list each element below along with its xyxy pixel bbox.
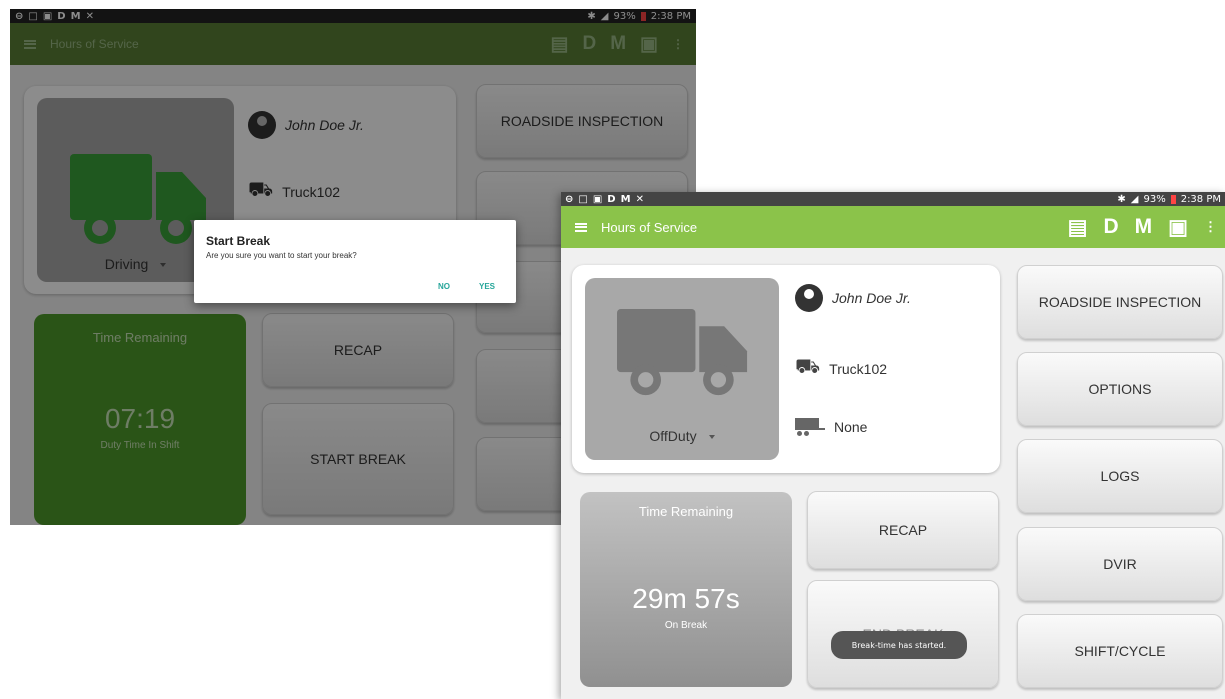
duty-status-tile[interactable]: OffDuty [585,278,779,460]
account-icon [795,284,823,312]
battery-icon [1170,194,1176,204]
chevron-down-icon [708,435,715,440]
driver-name: John Doe Jr. [832,290,911,306]
front-screen: ⊖ □ ▣ D M ✕ ✱ ◢ 93% 2:38 PM Hours of Ser… [561,192,1225,699]
status-bar: ⊖ □ ▣ D M ✕ ✱ ◢ 93% 2:38 PM [561,192,1225,206]
status-icon: ✕ [635,193,644,205]
dialog-title: Start Break [206,234,271,248]
shift-cycle-button[interactable]: SHIFT/CYCLE [1017,614,1223,688]
dialog-message: Are you sure you want to start your brea… [206,251,357,260]
trailer-name: None [834,419,868,435]
trailer-icon [795,418,825,436]
overflow-menu-icon[interactable]: ⋮ [1204,219,1217,235]
driver-name-row: John Doe Jr. [795,284,911,312]
clock: 2:38 PM [1180,193,1221,205]
no-signal-icon: ◢ [1130,193,1139,205]
time-value: 29m 57s [632,583,740,614]
battery-percent: 93% [1143,193,1166,205]
status-icon: ▣ [592,193,603,205]
messages-icon[interactable]: ▤ [1068,215,1088,240]
truck-icon [617,309,748,396]
time-remaining-tile: Time Remaining 29m 57s On Break [580,492,792,687]
action-d[interactable]: D [1103,215,1118,239]
truck-name: Truck102 [829,360,888,377]
menu-icon[interactable] [575,222,587,232]
app-title: Hours of Service [601,219,698,235]
device-icon[interactable]: ▣ [1168,215,1188,240]
time-caption: On Break [664,620,708,631]
roadside-inspection-button[interactable]: ROADSIDE INSPECTION [1017,265,1223,339]
start-break-dialog: Start Break Are you sure you want to sta… [194,220,516,303]
app-bar: Hours of Service ▤ D M ▣ ⋮ [561,206,1225,248]
trailer-row: None [795,418,867,436]
duty-status-label: OffDuty [649,428,697,444]
dialog-no-button[interactable]: NO [438,282,450,291]
break-started-toast: Break-time has started. [831,631,967,659]
options-button[interactable]: OPTIONS [1017,352,1223,426]
action-m[interactable]: M [1135,215,1153,239]
status-icon: D [607,193,616,205]
status-icon: M [620,193,631,205]
time-remaining-label: Time Remaining [638,504,734,519]
status-icon: □ [578,193,588,205]
recap-button[interactable]: RECAP [807,491,999,569]
status-icon: ⊖ [565,193,574,205]
bluetooth-icon: ✱ [1117,193,1126,205]
dvir-button[interactable]: DVIR [1017,527,1223,601]
dialog-yes-button[interactable]: YES [479,282,495,291]
truck-icon: ⛟ [795,356,821,378]
duty-status-selector[interactable]: OffDuty [585,428,779,444]
truck-row: ⛟ Truck102 [795,356,887,381]
logs-button[interactable]: LOGS [1017,439,1223,513]
